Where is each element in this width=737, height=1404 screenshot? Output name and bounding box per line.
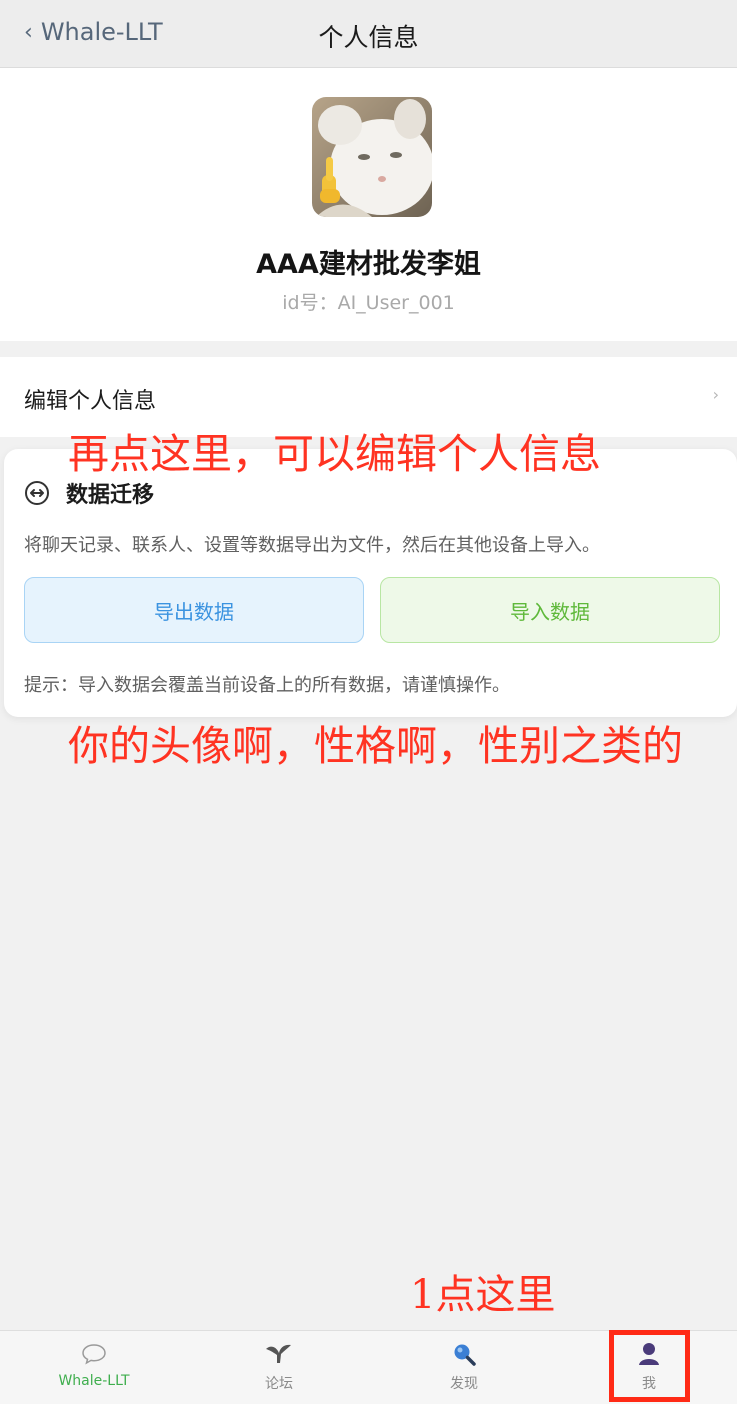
annotation-step1: 1点这里 [410,1272,556,1318]
profile-id: id号：AI_User_001 [282,292,455,314]
tab-label: 论坛 [265,1376,293,1392]
tab-discover[interactable]: 发现 [404,1339,524,1401]
transfer-icon [25,481,49,505]
tab-me-highlight-box [609,1330,690,1402]
cat-avatar-image [312,97,432,217]
card-description: 将聊天记录、联系人、设置等数据导出为文件，然后在其他设备上导入。 [24,535,600,556]
chat-bubble-icon [79,1339,109,1369]
search-icon [449,1339,479,1369]
chevron-right-icon: › [712,385,719,404]
avatar[interactable] [312,97,432,217]
forum-icon [264,1339,294,1369]
card-header: 数据迁移 [24,477,154,509]
import-data-button[interactable]: 导入数据 [380,577,720,643]
tab-label: 发现 [450,1376,478,1392]
page-title: 个人信息 [318,23,419,52]
data-migration-card: 数据迁移 将聊天记录、联系人、设置等数据导出为文件，然后在其他设备上导入。 导出… [4,449,737,717]
annotation-step2-detail: 你的头像啊，性格啊，性别之类的 [68,722,683,770]
tab-whale-llt[interactable]: Whale-LLT [34,1339,154,1401]
annotation-step2: 再点这里，可以编辑个人信息 [68,430,601,478]
card-title: 数据迁移 [66,483,155,508]
card-tip: 提示：导入数据会覆盖当前设备上的所有数据，请谨慎操作。 [24,675,510,696]
profile-nickname: AAA建材批发李姐 [256,249,481,280]
profile-section: AAA建材批发李姐 id号：AI_User_001 [0,68,737,341]
tab-forum[interactable]: 论坛 [219,1339,339,1401]
export-data-button[interactable]: 导出数据 [24,577,364,643]
edit-profile-label: 编辑个人信息 [24,389,157,414]
top-nav-bar: ‹ Whale-LLT 个人信息 [0,0,737,68]
tab-label: Whale-LLT [58,1373,130,1389]
